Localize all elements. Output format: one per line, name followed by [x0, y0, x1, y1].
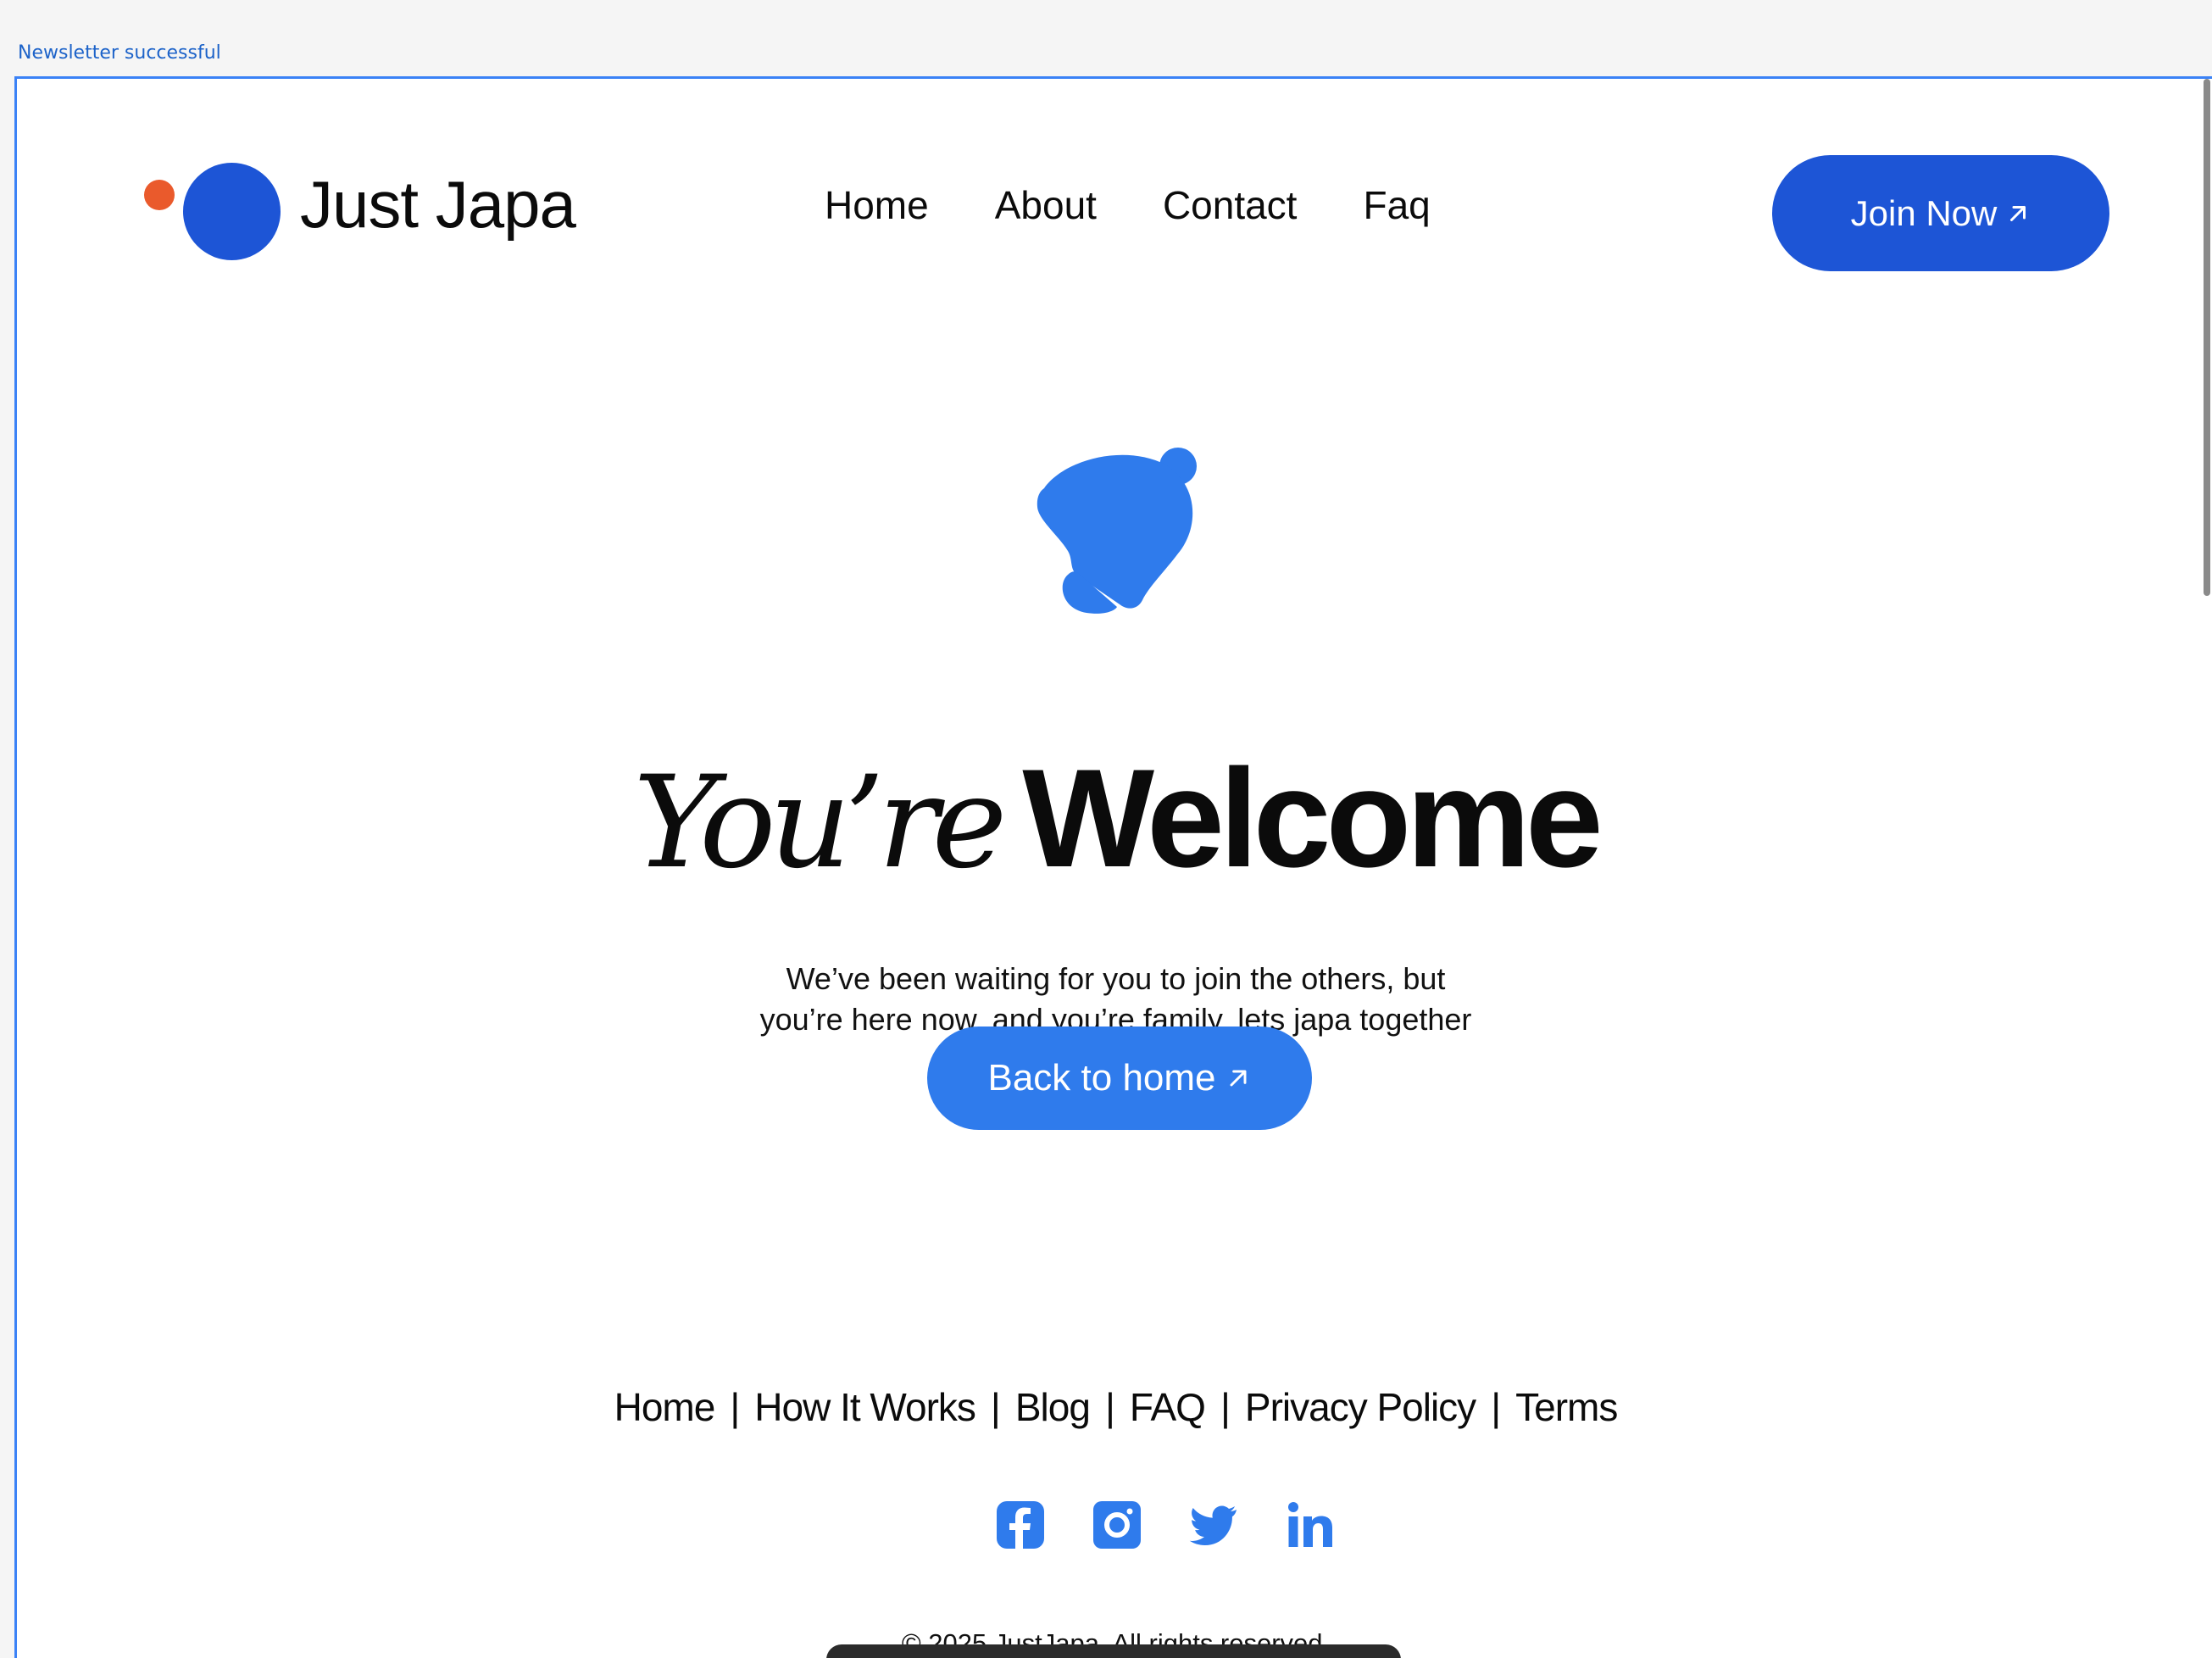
- page-frame: Just Japa Home About Contact Faq Join No…: [14, 76, 2212, 1658]
- floating-toolbar[interactable]: [826, 1644, 1401, 1658]
- brand-logo[interactable]: Just Japa: [144, 163, 619, 262]
- join-now-label: Join Now: [1850, 192, 1998, 233]
- nav-home[interactable]: Home: [825, 182, 929, 233]
- nav-contact[interactable]: Contact: [1163, 182, 1298, 233]
- frame-label: Newsletter successful: [18, 42, 221, 64]
- back-to-home-button[interactable]: Back to home: [927, 1027, 1312, 1130]
- nav-faq[interactable]: Faq: [1363, 182, 1430, 233]
- page-title: You’re Welcome: [17, 748, 2212, 888]
- nav-about[interactable]: About: [995, 182, 1097, 233]
- footer-link-blog[interactable]: Blog: [1015, 1385, 1091, 1429]
- instagram-icon[interactable]: [1092, 1499, 1142, 1550]
- social-links: [995, 1499, 1381, 1550]
- linkedin-icon[interactable]: [1285, 1499, 1336, 1550]
- footer-separator: |: [990, 1385, 1001, 1429]
- arrow-up-right-icon: [2010, 205, 2026, 221]
- join-now-button[interactable]: Join Now: [1772, 155, 2109, 271]
- bell-icon: [1037, 448, 1197, 614]
- title-bold: Welcome: [1022, 740, 1603, 896]
- logo-blue-dot: [183, 163, 281, 260]
- footer-separator: |: [730, 1385, 740, 1429]
- footer-link-how-it-works[interactable]: How It Works: [754, 1385, 976, 1429]
- footer-link-faq[interactable]: FAQ: [1130, 1385, 1206, 1429]
- scrollbar[interactable]: [2204, 79, 2210, 596]
- title-italic: You’re: [633, 749, 1007, 897]
- footer-separator: |: [1220, 1385, 1231, 1429]
- footer-separator: |: [1104, 1385, 1115, 1429]
- brand-name: Just Japa: [300, 167, 576, 242]
- logo-orange-dot: [144, 180, 175, 210]
- arrow-up-right-icon: [1230, 1070, 1246, 1087]
- twitter-icon[interactable]: [1188, 1499, 1239, 1550]
- main-nav: Home About Contact Faq: [825, 182, 1497, 233]
- footer-separator: |: [1491, 1385, 1501, 1429]
- footer-link-privacy-policy[interactable]: Privacy Policy: [1245, 1385, 1476, 1429]
- welcome-message-line-1: We’ve been waiting for you to join the o…: [786, 961, 1446, 996]
- footer-links: Home | How It Works | Blog | FAQ | Privacy Polic…: [17, 1384, 2212, 1430]
- facebook-icon[interactable]: [995, 1499, 1046, 1550]
- footer-link-terms[interactable]: Terms: [1515, 1385, 1618, 1429]
- back-to-home-label: Back to home: [987, 1057, 1216, 1099]
- footer-link-home[interactable]: Home: [614, 1385, 716, 1429]
